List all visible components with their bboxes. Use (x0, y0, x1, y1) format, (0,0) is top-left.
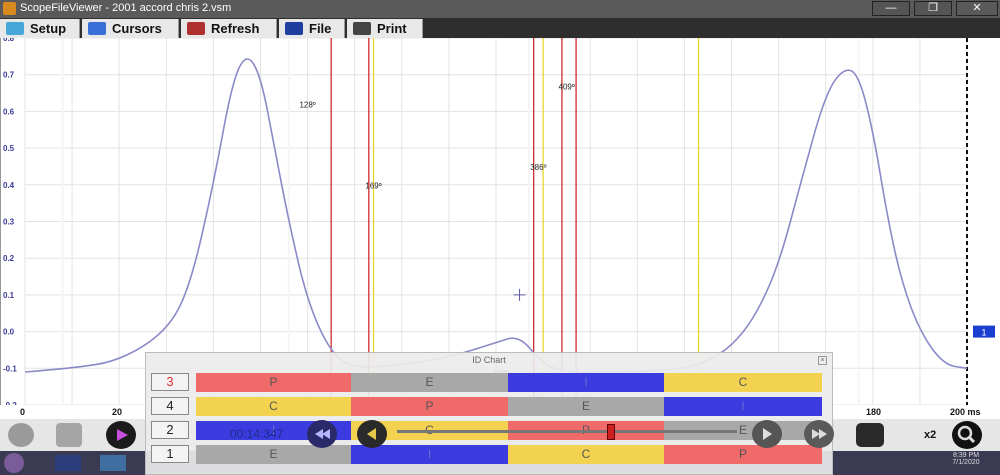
id-row-number-button[interactable]: 3 (151, 373, 189, 391)
minimize-button[interactable]: — (872, 1, 910, 16)
cursors-icon (88, 22, 106, 35)
start-icon[interactable] (4, 453, 24, 473)
file-icon (285, 22, 303, 35)
taskbar-clock: 8:39 PM 7/1/2020 (940, 452, 992, 466)
probe-icon[interactable] (8, 423, 34, 447)
taskbar-app-icon[interactable] (100, 455, 126, 471)
fast-forward-button[interactable] (804, 420, 834, 448)
id-chart-cell: E (508, 397, 664, 416)
y-tick-label: 0.4 (3, 181, 15, 190)
y-tick-label: -0.1 (3, 364, 17, 373)
step-forward-icon (763, 428, 772, 440)
id-chart-panel[interactable]: ID Chart × 3PEIC4CPEI2ICPE1EICP (145, 352, 833, 475)
angle-annotation: 128º (299, 101, 315, 110)
x-tick: 20 (112, 407, 123, 417)
id-row-number-button[interactable]: 4 (151, 397, 189, 415)
print-icon (353, 22, 371, 35)
id-chart-cell: I (664, 397, 822, 416)
playback-slider[interactable] (397, 424, 737, 440)
id-chart-close-button[interactable]: × (818, 356, 827, 365)
clock-date: 7/1/2020 (952, 459, 980, 466)
step-back-button[interactable] (357, 420, 387, 448)
play-button[interactable] (106, 421, 136, 449)
y-tick-label: 0.6 (3, 107, 15, 116)
refresh-icon (187, 22, 205, 35)
magnifier-icon (957, 425, 976, 444)
y-tick-label: 0.2 (3, 254, 15, 263)
y-tick-label: 0.0 (3, 328, 15, 337)
close-button[interactable]: ✕ (956, 1, 998, 16)
maximize-button[interactable]: ❐ (914, 1, 952, 16)
channel-icon[interactable] (56, 423, 82, 447)
id-chart-cell: C (196, 397, 351, 416)
time-readout: 00:14:347 (230, 427, 284, 441)
angle-annotation: 409º (559, 82, 575, 91)
y-tick-label: 0.5 (3, 144, 15, 153)
id-row-number-button[interactable]: 2 (151, 421, 189, 439)
fast-forward-icon (812, 429, 827, 439)
setup-icon (6, 22, 24, 35)
print-menu-label: Print (377, 21, 407, 36)
y-tick-label: 0.1 (3, 291, 15, 300)
fit-view-button[interactable] (856, 423, 884, 447)
angle-annotation: 169º (365, 181, 381, 190)
id-chart-cell: P (351, 397, 508, 416)
cursors-menu-button[interactable]: Cursors (82, 19, 179, 38)
rewind-button[interactable] (307, 420, 337, 448)
clock-time: 8:39 PM (952, 452, 980, 459)
app-icon (3, 2, 16, 15)
id-chart-cell: E (351, 373, 508, 392)
refresh-menu-label: Refresh (211, 21, 260, 36)
id-row-number-button[interactable]: 1 (151, 445, 189, 463)
cursors-menu-label: Cursors (112, 21, 162, 36)
id-chart-cell: I (508, 373, 664, 392)
print-menu-button[interactable]: Print (347, 19, 423, 38)
setup-menu-button[interactable]: Setup (0, 19, 80, 38)
menu-bar: Setup Cursors Refresh File Print (0, 18, 1000, 38)
window-title: ScopeFileViewer - 2001 accord chris 2.vs… (20, 2, 232, 14)
y-tick-label: 0.7 (3, 71, 15, 80)
channel-marker-label: 1 (981, 328, 986, 338)
play-icon (117, 429, 128, 441)
slider-thumb[interactable] (607, 424, 615, 440)
step-forward-button[interactable] (752, 420, 782, 448)
setup-menu-label: Setup (30, 21, 67, 36)
step-back-icon (367, 428, 376, 440)
title-bar: ScopeFileViewer - 2001 accord chris 2.vs… (0, 0, 1000, 18)
id-chart-cell: P (664, 445, 822, 464)
x-tick: 180 (866, 407, 882, 417)
refresh-menu-button[interactable]: Refresh (181, 19, 277, 38)
zoom-level: x2 (924, 429, 937, 441)
id-chart-cell: C (508, 445, 664, 464)
id-chart-cell: P (196, 373, 351, 392)
x-tick: 200 ms (950, 407, 981, 417)
rewind-icon (315, 429, 330, 439)
id-chart-cell: C (664, 373, 822, 392)
id-chart-title: ID Chart (472, 355, 506, 365)
zoom-button[interactable] (952, 421, 982, 449)
y-tick-label: 0.3 (3, 218, 15, 227)
taskbar-app-icon[interactable] (55, 455, 81, 471)
file-menu-label: File (309, 21, 332, 36)
angle-annotation: 386º (530, 163, 546, 172)
file-menu-button[interactable]: File (279, 19, 345, 38)
x-tick: 0 (20, 407, 26, 417)
y-tick-label: 0.8 (3, 38, 15, 43)
